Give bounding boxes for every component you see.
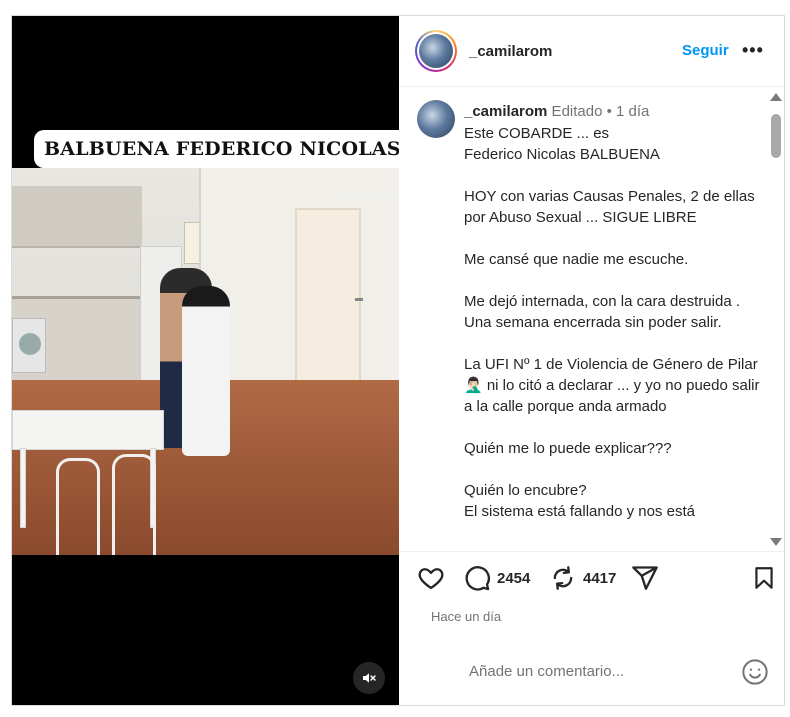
more-options-icon[interactable]: ••• — [742, 40, 764, 61]
bookmark-icon — [755, 567, 773, 589]
comment-bar — [399, 628, 784, 705]
post-media[interactable]: 2025-05- BALBUENA FEDERICO NICOLAS — [12, 16, 399, 705]
scroll-up-arrow-icon[interactable] — [770, 93, 782, 101]
follow-button[interactable]: Seguir — [682, 42, 729, 59]
story-ring[interactable] — [415, 30, 457, 72]
caption-avatar[interactable] — [417, 100, 455, 138]
speaker-muted-icon — [363, 673, 376, 683]
video-frame[interactable]: 2025-05- — [12, 168, 399, 555]
repost-count: 4417 — [583, 569, 617, 587]
mute-button[interactable] — [353, 662, 385, 694]
like-button[interactable] — [417, 564, 445, 592]
comment-button[interactable]: 2454 — [463, 564, 530, 592]
save-button[interactable] — [751, 564, 777, 592]
avatar[interactable] — [419, 34, 453, 68]
washing-machine — [12, 318, 46, 373]
caption-header: _camilarom Editado • 1 día — [464, 103, 649, 120]
share-button[interactable] — [631, 564, 659, 592]
white-chair — [56, 458, 100, 555]
scroll-down-arrow-icon[interactable] — [770, 538, 782, 546]
share-icon — [632, 566, 658, 590]
post-dialog: 2025-05- BALBUENA FEDERICO NICOLAS _cami… — [11, 15, 785, 706]
name-banner: BALBUENA FEDERICO NICOLAS — [34, 130, 399, 168]
post-sidebar: _camilarom Seguir ••• _camilarom Editado… — [399, 16, 784, 705]
post-time[interactable]: Hace un día — [431, 609, 501, 624]
comment-count: 2454 — [497, 569, 531, 587]
comment-input[interactable] — [469, 663, 719, 680]
white-table — [12, 410, 164, 450]
caption-meta: Editado • 1 día — [547, 103, 650, 120]
caption-text: Este COBARDE ... es Federico Nicolas BAL… — [464, 125, 760, 520]
caption-username[interactable]: _camilarom — [464, 103, 547, 120]
person-white-shirt — [182, 286, 230, 456]
banner-text: BALBUENA FEDERICO NICOLAS — [44, 138, 399, 160]
door-handle — [355, 298, 363, 301]
cctv-timestamp: 2025-05- — [338, 190, 399, 203]
heart-icon — [418, 568, 444, 590]
table-leg — [20, 448, 26, 528]
kitchen-cabinets — [12, 186, 142, 248]
repost-icon — [553, 566, 573, 590]
scrollbar[interactable] — [768, 88, 783, 551]
caption-area[interactable]: _camilarom Editado • 1 día Este COBARDE … — [399, 88, 784, 551]
emoji-button[interactable] — [741, 658, 769, 691]
header-username[interactable]: _camilarom — [469, 43, 552, 60]
repost-button[interactable]: 4417 — [549, 564, 616, 592]
post-header: _camilarom Seguir ••• — [399, 16, 784, 87]
door — [295, 208, 363, 398]
comment-icon — [465, 566, 490, 591]
scrollbar-thumb[interactable] — [771, 114, 781, 158]
emoji-icon — [742, 659, 768, 685]
white-chair — [112, 454, 156, 555]
